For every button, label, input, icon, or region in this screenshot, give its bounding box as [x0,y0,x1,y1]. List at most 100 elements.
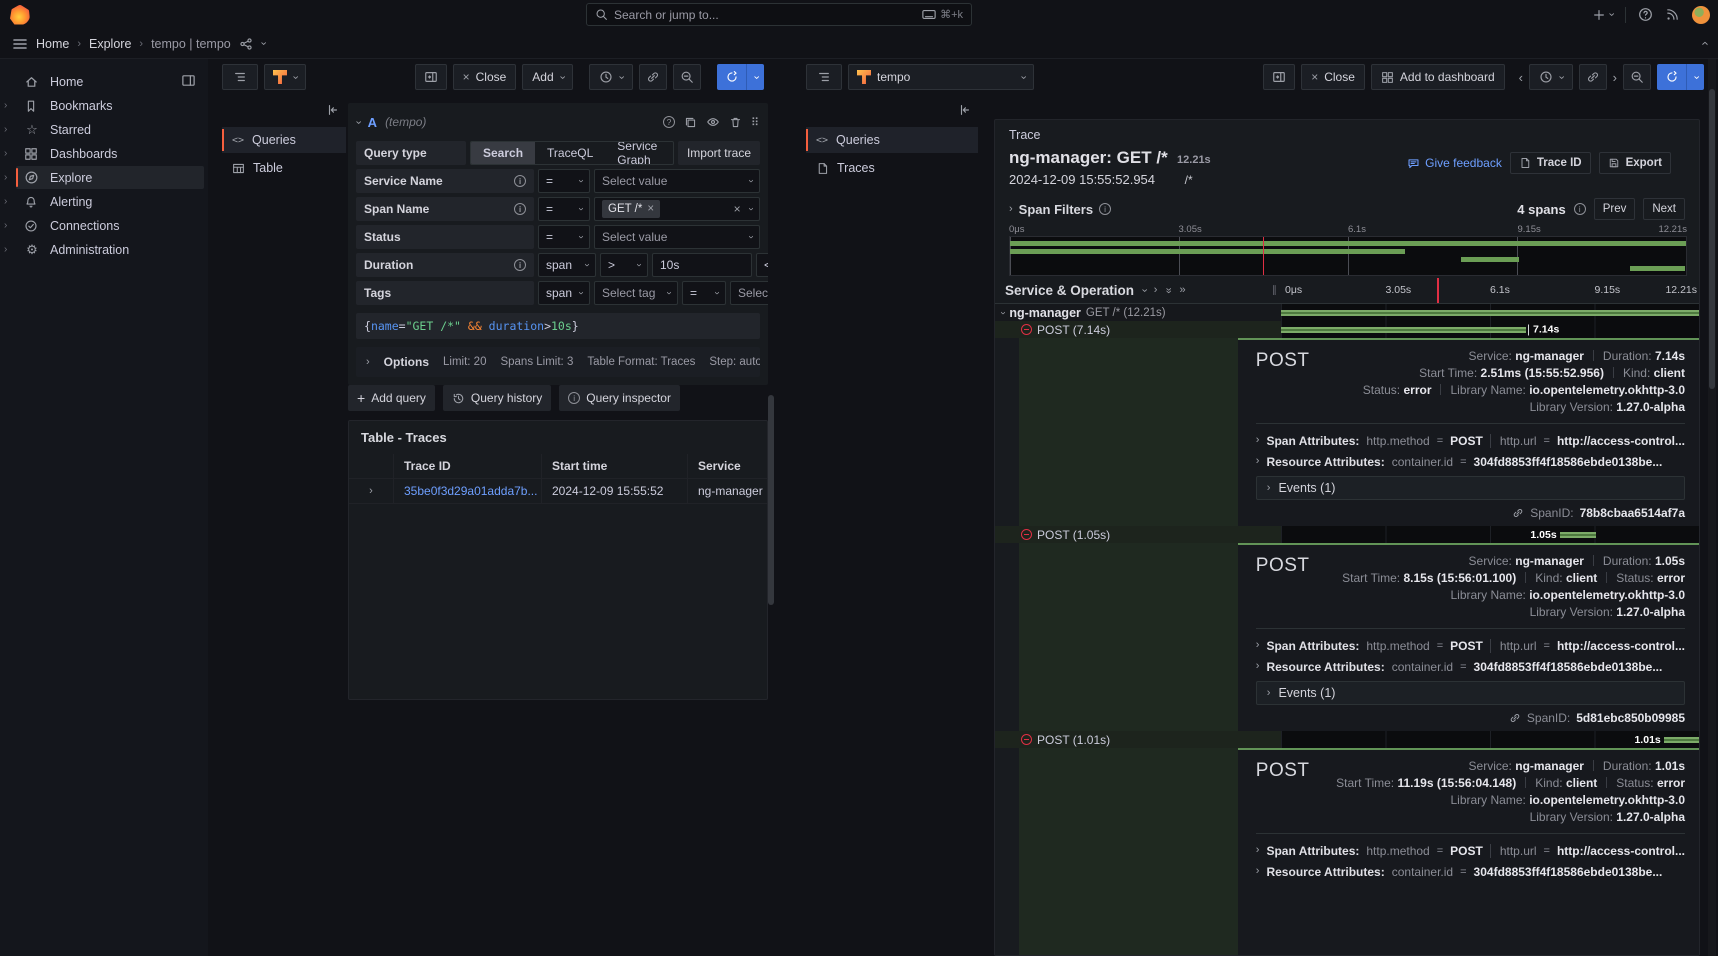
tags-value-select[interactable]: Select value [730,281,768,305]
column-start-time[interactable]: Start time [541,454,687,478]
expand-chevron[interactable]: › [1256,845,1260,856]
span-name-operator[interactable]: =› [538,197,590,221]
panel-title[interactable]: Trace [1009,128,1041,142]
expand-chevron[interactable]: › [4,172,7,183]
add-query-button[interactable]: +Add query [348,385,435,411]
time-shift-back-button[interactable]: ‹ [1519,71,1523,84]
sidebar-item-starred[interactable]: › ☆ Starred [16,118,204,141]
close-pane-button[interactable]: ×Close [453,64,517,90]
sidebar-item-administration[interactable]: › ⚙ Administration [16,238,204,261]
expand-chevron[interactable]: › [4,124,7,135]
resource-attributes-row[interactable]: › Resource Attributes: container.id=304f… [1256,656,1685,677]
datasource-picker[interactable]: › [264,64,306,90]
query-type-traceql[interactable]: TraceQL [535,142,605,164]
run-query-button[interactable]: › [717,64,764,90]
datasource-picker[interactable]: tempo › [848,64,1034,90]
span-row-post-1[interactable]: POST (7.14s) 7.14s [995,321,1699,338]
user-avatar[interactable] [1692,6,1710,24]
remove-chip-icon[interactable]: × [647,203,654,215]
time-range-button[interactable]: › [589,64,633,90]
span-filters-label[interactable]: Span Filters [1019,202,1093,217]
share-icon[interactable] [239,37,253,51]
expand-chevron[interactable]: › [4,196,7,207]
expand-chevron[interactable]: › [4,148,7,159]
resource-attributes-row[interactable]: › Resource Attributes: container.id=304f… [1256,451,1685,472]
duration-max-operator[interactable]: < [756,253,768,277]
service-name-select[interactable]: Select value› [594,169,760,193]
sidebar-item-connections[interactable]: › Connections [16,214,204,237]
breadcrumb-home[interactable]: Home [36,37,69,51]
collapse-span-chevron[interactable]: › [998,311,1008,314]
options-row[interactable]: › Options Limit: 20 Spans Limit: 3 Table… [356,347,760,377]
run-query-button[interactable]: › [1657,64,1704,90]
events-row[interactable]: › Events (1) [1256,681,1685,705]
give-feedback-link[interactable]: Give feedback [1407,156,1502,170]
sidebar-item-explore[interactable]: › Explore [16,166,204,189]
zoom-out-button[interactable] [1623,64,1651,90]
chevron-down-icon[interactable]: › [1138,289,1149,293]
span-name-select[interactable]: GET /*× × › [594,197,760,221]
clear-icon[interactable]: × [734,202,741,216]
time-shift-forward-button[interactable]: › [1613,71,1617,84]
column-resizer[interactable]: ∥ [1272,285,1281,296]
span-attributes-row[interactable]: › Span Attributes: http.method=POST http… [1256,840,1685,861]
time-range-button[interactable]: › [1529,64,1573,90]
status-operator[interactable]: =› [538,225,590,249]
collapse-left-icon[interactable] [958,103,972,117]
link-icon[interactable] [1512,507,1524,519]
new-button[interactable]: › [1592,8,1613,22]
query-inspector-button[interactable]: i Query inspector [559,385,680,411]
trace-minimap[interactable]: 0μs 3.05s 6.1s 9.15s 12.21s [1009,224,1687,276]
double-chevron-down-icon[interactable]: » [1163,287,1174,293]
expand-chevron[interactable]: › [1256,640,1260,651]
export-button[interactable]: Export [1599,152,1671,174]
status-select[interactable]: Select value› [594,225,760,249]
span-name-chip[interactable]: GET /*× [602,200,660,218]
expand-chevron[interactable]: › [1267,688,1271,699]
sidebar-item-bookmarks[interactable]: › Bookmarks [16,94,204,117]
left-pane-scrollbar[interactable] [768,395,774,605]
split-button[interactable] [415,64,447,90]
collapse-header-button[interactable]: › [1697,41,1710,45]
grafana-logo[interactable] [10,5,30,25]
duration-value-input[interactable]: 10s [652,253,752,277]
table-row[interactable]: › 35be0f3d29a01adda7b... 2024-12-09 15:5… [349,479,767,504]
eye-icon[interactable] [706,115,720,129]
menu-icon[interactable] [12,36,28,52]
span-bar-track[interactable]: 1.01s [1281,731,1699,748]
span-row-post-3[interactable]: POST (1.01s) 1.01s [995,731,1699,748]
global-search[interactable]: Search or jump to... ⌘+k [586,3,972,26]
tags-key-select[interactable]: Select tag› [594,281,678,305]
panel-title[interactable]: Table - Traces [349,421,767,454]
duration-operator[interactable]: >› [600,253,648,277]
span-row-root[interactable]: › ng-manager GET /* (12.21s) [995,304,1699,321]
link-button[interactable] [639,64,667,90]
expand-chevron[interactable]: › [1256,435,1260,446]
expand-chevron[interactable]: › [4,100,7,111]
tab-table[interactable]: Table [222,155,346,181]
link-icon[interactable] [1509,712,1521,724]
sidebar-item-alerting[interactable]: › Alerting [16,190,204,213]
drag-handle-icon[interactable]: ⠿ [751,116,760,129]
span-bar-track[interactable]: 7.14s [1281,321,1699,338]
resource-attributes-row[interactable]: › Resource Attributes: container.id=304f… [1256,861,1685,882]
window-scrollbar-track[interactable] [1708,59,1716,956]
row-expand-chevron[interactable]: › [369,486,373,497]
column-service[interactable]: Service [687,454,767,478]
expand-chevron[interactable]: › [1256,866,1260,877]
outline-button[interactable] [806,64,842,90]
span-attributes-row[interactable]: › Span Attributes: http.method=POST http… [1256,635,1685,656]
link-button[interactable] [1579,64,1607,90]
events-row[interactable]: › Events (1) [1256,476,1685,500]
tags-operator[interactable]: =› [682,281,726,305]
expand-chevron[interactable]: › [1267,483,1271,494]
span-attributes-row[interactable]: › Span Attributes: http.method=POST http… [1256,430,1685,451]
sidebar-item-dashboards[interactable]: › Dashboards [16,142,204,165]
prev-button[interactable]: Prev [1594,198,1636,220]
double-chevron-right-icon[interactable]: » [1180,285,1186,296]
collapse-query-chevron[interactable]: › [352,120,363,124]
breadcrumb-menu-chevron[interactable]: › [257,42,268,46]
news-button[interactable] [1665,7,1680,22]
trash-icon[interactable] [729,116,742,129]
trace-id-button[interactable]: Trace ID [1510,152,1591,174]
